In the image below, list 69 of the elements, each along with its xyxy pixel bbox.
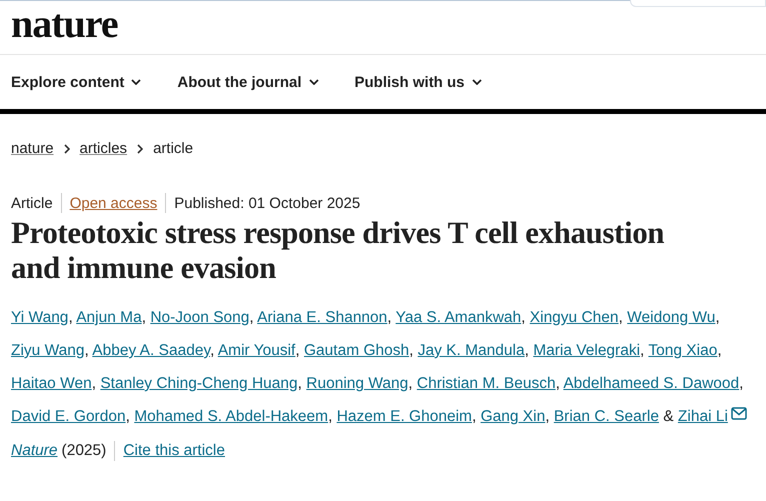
author-link[interactable]: Abbey A. Saadey	[92, 342, 210, 359]
author-link[interactable]: Haitao Wen	[11, 375, 92, 392]
author-link[interactable]: Xingyu Chen	[530, 309, 619, 326]
author-link[interactable]: Zihai Li	[678, 408, 728, 425]
separator-comma: ,	[408, 375, 413, 392]
chevron-down-icon	[308, 79, 319, 85]
author-link[interactable]: Amir Yousif	[218, 342, 296, 359]
journal-link[interactable]: Nature	[11, 442, 58, 460]
separator-comma: ,	[84, 342, 89, 359]
nav-menu-item[interactable]: Publish with us	[354, 74, 482, 90]
separator-comma: ,	[142, 309, 146, 326]
published-date: Published: 01 October 2025	[174, 194, 360, 212]
article-type: Article	[11, 194, 53, 212]
author-link[interactable]: Mohamed S. Abdel-Hakeem	[134, 408, 328, 425]
separator-ampersand: &	[662, 408, 674, 425]
separator-comma: ,	[328, 408, 332, 425]
separator-comma: ,	[249, 309, 254, 326]
chevron-down-icon	[472, 79, 482, 85]
author-link[interactable]: Abdelhameed S. Dawood	[563, 375, 740, 392]
separator-comma: ,	[556, 375, 560, 392]
author-link[interactable]: Stanley Ching-Cheng Huang	[100, 375, 298, 392]
email-icon[interactable]	[730, 407, 747, 420]
author-link[interactable]: Ruoning Wang	[306, 375, 408, 392]
author-link[interactable]: Jay K. Mandula	[418, 342, 525, 359]
author-link[interactable]: Anjun Ma	[76, 309, 142, 326]
separator-comma: ,	[210, 342, 214, 359]
author-link[interactable]: Ziyu Wang	[11, 342, 85, 359]
author-link[interactable]: Gautam Ghosh	[304, 342, 410, 359]
publication-year: (2025)	[62, 442, 106, 460]
chevron-right-icon	[64, 144, 70, 154]
separator-comma: ,	[739, 375, 744, 392]
nav-menu-item[interactable]: About the journal	[177, 74, 319, 90]
separator-comma: ,	[640, 342, 644, 359]
chevron-down-icon	[131, 79, 142, 85]
article-title: Proteotoxic stress response drives T cell exhaustion and immune evasion	[11, 215, 666, 285]
separator-comma: ,	[618, 309, 623, 326]
author-link[interactable]: Ariana E. Shannon	[257, 309, 388, 326]
author-link[interactable]: Yaa S. Amankwah	[396, 309, 522, 326]
author-link[interactable]: David E. Gordon	[11, 408, 126, 425]
breadcrumb-current: article	[153, 140, 194, 157]
separator-comma: ,	[92, 375, 96, 392]
separator-comma: ,	[68, 309, 73, 326]
separator-comma: ,	[295, 342, 300, 359]
author-link[interactable]: Gang Xin	[480, 408, 546, 425]
author-link[interactable]: Tong Xiao	[648, 342, 718, 359]
author-link[interactable]: Yi Wang	[11, 309, 68, 326]
separator-comma: ,	[521, 309, 526, 326]
chevron-right-icon	[137, 144, 144, 154]
separator-comma: ,	[472, 408, 476, 425]
author-link[interactable]: Hazem E. Ghoneim	[336, 408, 472, 425]
separator-comma: ,	[524, 342, 529, 359]
cite-link[interactable]: Cite this article	[123, 442, 225, 460]
author-link[interactable]: Weidong Wu	[627, 309, 716, 326]
separator-comma: ,	[717, 342, 722, 359]
author-link[interactable]: No-Joon Song	[150, 309, 250, 326]
separator-comma: ,	[715, 309, 720, 326]
separator-comma: ,	[409, 342, 414, 359]
author-link[interactable]: Maria Velegraki	[533, 342, 640, 359]
breadcrumb-link[interactable]: articles	[80, 140, 128, 157]
author-link[interactable]: Brian C. Searle	[554, 408, 659, 425]
separator-comma: ,	[298, 375, 302, 392]
breadcrumb-link[interactable]: nature	[11, 140, 54, 157]
author-link[interactable]: Christian M. Beusch	[416, 375, 556, 392]
separator-comma: ,	[387, 309, 392, 326]
separator-comma: ,	[545, 408, 550, 425]
open-access-link[interactable]: Open access	[70, 194, 158, 212]
nav-menu-item[interactable]: Explore content	[11, 74, 142, 90]
separator-comma: ,	[126, 408, 130, 425]
journal-logo[interactable]: nature	[11, 4, 118, 44]
